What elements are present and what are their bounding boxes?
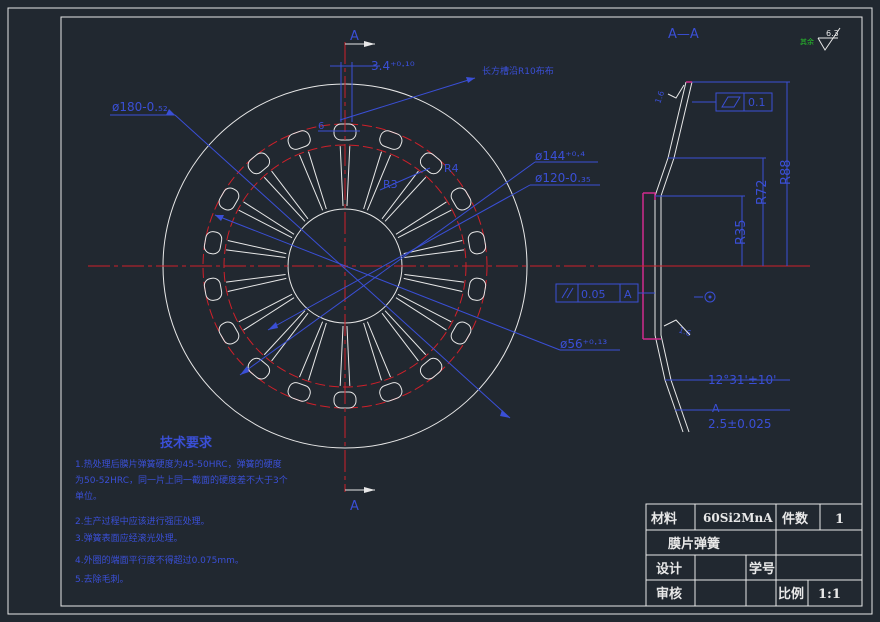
dim-6: 6	[318, 121, 324, 132]
dim-r35: R35	[734, 219, 749, 245]
scale-value: 1:1	[818, 587, 841, 602]
dim-bore-dia: ø56⁺⁰·¹³	[560, 337, 607, 351]
section-arrow-top	[364, 41, 375, 47]
finger-slot-edge	[381, 312, 419, 362]
tech-line-4: 2.生产过程中应该进行强压处理。	[75, 515, 210, 527]
tech-line-5: 3.弹簧表面应经滚光处理。	[75, 532, 183, 544]
tilt-a: 1.6	[653, 90, 666, 105]
section-title: A—A	[668, 27, 699, 42]
review-label: 审核	[656, 586, 682, 602]
finger-slot-edge	[363, 151, 382, 210]
scale-label: 比例	[778, 586, 804, 602]
flatness-icon	[721, 96, 741, 108]
finger-slot-edge	[238, 293, 293, 323]
drawing-canvas: A A 3.4⁺⁰·¹⁰ 长方槽沿R10布布 ø180-0.₅₂ ø144⁺⁰·…	[7, 7, 873, 615]
finger-slot-edge	[308, 151, 327, 210]
finger-slot-edge	[308, 322, 327, 381]
dim-r88: R88	[779, 159, 794, 185]
dim-slot-note: 长方槽沿R10布布	[482, 65, 554, 77]
finger-end-hole	[218, 187, 240, 211]
finger-end-hole	[247, 152, 271, 175]
tilt-b: 1.6	[677, 325, 692, 338]
finger-slot-edge	[299, 154, 324, 211]
section-mark-bottom: A	[350, 499, 359, 514]
dim-r4: R4	[444, 162, 459, 175]
finger-slot-edge	[339, 325, 344, 386]
finger-slot-edge	[363, 322, 382, 381]
finger-slot-edge	[384, 310, 427, 356]
dim-angle: 12°31'±10'	[708, 373, 776, 387]
finger-slot-edge	[271, 312, 309, 362]
finger-end-hole	[379, 382, 403, 402]
finger-slot-edge	[339, 146, 344, 207]
tech-line-7: 5.去除毛刺。	[75, 573, 129, 585]
tech-line-1: 1.热处理后膜片弹簧硬度为45-50HRC，弹簧的硬度	[75, 458, 282, 470]
dim-inner-dia: ø120-0.₃₅	[535, 171, 591, 185]
part-name: 膜片弹簧	[668, 536, 720, 552]
tech-title: 技术要求	[160, 435, 213, 451]
tech-line-2: 为50-52HRC，同一片上同一截面的硬度差不大于3个	[75, 474, 288, 486]
section-mark-top: A	[350, 29, 359, 44]
tilt-symbol-upper-icon	[667, 84, 685, 99]
material-value: 60Si2MnA	[703, 511, 773, 525]
dim-r3: R3	[383, 178, 398, 191]
finger-end-hole	[218, 321, 240, 345]
finger-slot-edge	[397, 293, 452, 323]
finger-end-hole	[287, 382, 311, 402]
finger-slot-edge	[271, 170, 309, 220]
dim-datum-a: A	[712, 402, 720, 415]
finger-slot-edge	[243, 297, 295, 331]
para-tol: 0.05	[581, 288, 606, 301]
material-label: 材料	[651, 511, 677, 527]
finger-slot-edge	[395, 201, 447, 235]
student-id-label: 学号	[749, 561, 775, 577]
count-label: 件数	[782, 511, 809, 527]
tech-requirements: 技术要求 1.热处理后膜片弹簧硬度为45-50HRC，弹簧的硬度 为50-52H…	[75, 435, 288, 585]
finger-end-hole	[287, 130, 311, 150]
section-view: A—A 其余 6.3 R88 R72 R35 12°31'±10' A 2.5±…	[555, 27, 841, 433]
count-value: 1	[835, 512, 844, 527]
parallel-icon	[561, 287, 569, 299]
roughness-value: 6.3	[826, 29, 839, 38]
para-datum: A	[624, 288, 632, 301]
dim-r72: R72	[755, 179, 770, 205]
dim-slot-width: 3.4⁺⁰·¹⁰	[371, 59, 415, 73]
finger-end-hole	[450, 321, 472, 345]
dim-leader-mid	[239, 161, 536, 376]
section-arrow-bottom	[364, 487, 375, 493]
dim-thickness: 2.5±0.025	[708, 417, 772, 431]
finger-end-hole	[450, 187, 472, 211]
finger-slot-edge	[346, 146, 351, 207]
roughness-label: 其余	[800, 37, 814, 46]
tech-line-6: 4.外圈的端面平行度不得超过0.075mm。	[75, 554, 244, 566]
finger-slot-edge	[366, 321, 391, 378]
finger-slot-edge	[397, 209, 452, 239]
finger-end-hole	[379, 130, 403, 150]
dim-mid-dia: ø144⁺⁰·⁴	[535, 149, 585, 163]
finger-slot-edge	[346, 325, 351, 386]
design-label: 设计	[656, 561, 682, 577]
highlight-upper	[643, 192, 656, 200]
flat-tol: 0.1	[748, 96, 766, 109]
dim-outer-dia: ø180-0.₅₂	[112, 100, 168, 114]
tech-line-3: 单位。	[75, 490, 102, 502]
